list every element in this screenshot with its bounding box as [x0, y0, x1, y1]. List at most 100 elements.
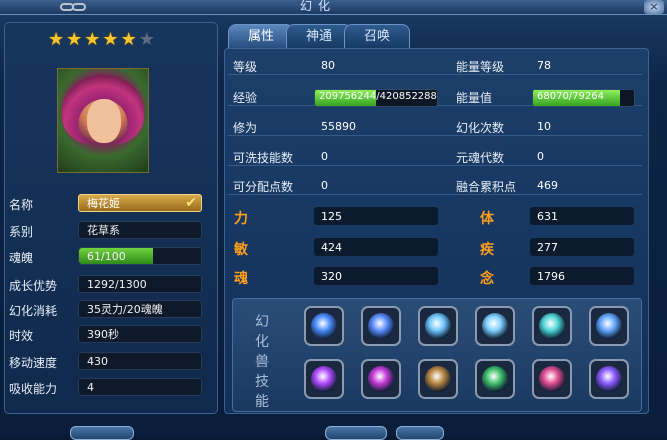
stat-value: 0 [537, 150, 544, 163]
checkmark-icon[interactable]: ✔ [185, 194, 197, 212]
energy-value: 68070/79264 [537, 91, 604, 102]
window: 幻化 × ★★★★★★ 名称 梅花姬 ✔ 系别 花草系 魂魄 61/100 成长优势 1292/… [0, 0, 667, 440]
violet-rune-skill-icon[interactable] [589, 359, 629, 399]
exp-bar: 209756244/420852288 [314, 89, 438, 107]
pet-portrait [57, 68, 149, 173]
stat-value: 10 [537, 120, 551, 133]
field-value: 4 [78, 378, 202, 396]
stat-label: 能量等级 [456, 60, 505, 74]
attribute-value: 320 [321, 270, 342, 283]
close-icon[interactable]: × [644, 0, 664, 14]
stat-label: 元魂代数 [456, 151, 505, 165]
stat-value: 0 [321, 179, 328, 192]
bottom-left-button[interactable] [70, 426, 134, 440]
field-value-text: 61/100 [87, 250, 126, 263]
skill-glyph [311, 313, 337, 339]
skill-glyph [368, 313, 394, 339]
attribute-label: 体 [480, 211, 494, 227]
skill-glyph [596, 366, 622, 392]
skill-glyph [539, 366, 565, 392]
earth-hand-skill-icon[interactable] [418, 359, 458, 399]
skill-glyph [482, 366, 508, 392]
attribute-label: 念 [480, 271, 494, 287]
field-value: 61/100 [78, 247, 202, 265]
star-empty-icon: ★ [138, 29, 157, 50]
attribute-value: 424 [321, 241, 342, 254]
skill-glyph [311, 366, 337, 392]
field-value: 390秒 [78, 325, 202, 343]
skill-glyph [596, 313, 622, 339]
attribute-label: 力 [234, 211, 248, 227]
star-rating: ★★★★★★ [48, 29, 157, 50]
skill-area-label: 幻化兽技能 [255, 314, 269, 410]
field-value: 花草系 [78, 221, 202, 239]
bottom-middle-button[interactable] [325, 426, 387, 440]
pet-name-field[interactable]: 梅花姬 ✔ [78, 194, 202, 212]
field-value: 430 [78, 352, 202, 370]
stat-value: 55890 [321, 120, 356, 133]
attribute-label: 敏 [234, 242, 248, 258]
attribute-value: 125 [321, 210, 342, 223]
star-filled-icon: ★ [48, 29, 67, 50]
field-value: 1292/1300 [78, 275, 202, 293]
green-figure-skill-icon[interactable] [475, 359, 515, 399]
purple-swirl-skill-icon[interactable] [361, 359, 401, 399]
attribute-value: 277 [537, 241, 558, 254]
field-value-text: 35灵力/20魂魄 [87, 303, 163, 316]
blue-orb-skill-icon[interactable] [361, 306, 401, 346]
field-label: 魂魄 [9, 251, 34, 265]
skill-glyph [482, 313, 508, 339]
attribute-label: 魂 [234, 271, 248, 287]
window-title: 幻化 [300, 0, 337, 13]
tab-summon[interactable]: 召唤 [344, 24, 410, 48]
field-label: 名称 [9, 198, 34, 212]
field-value-text: 390秒 [87, 328, 119, 341]
star-filled-icon: ★ [120, 29, 139, 50]
stat-value: 469 [537, 179, 558, 192]
skill-glyph [368, 366, 394, 392]
stat-value: 78 [537, 59, 551, 72]
stat-label: 等级 [233, 60, 258, 74]
field-label: 成长优势 [9, 279, 58, 293]
frost-burst-skill-icon[interactable] [589, 306, 629, 346]
star-filled-icon: ★ [102, 29, 121, 50]
skill-glyph [539, 313, 565, 339]
field-label: 系别 [9, 225, 34, 239]
pink-heart-skill-icon[interactable] [532, 359, 572, 399]
ice-spike-skill-icon[interactable] [418, 306, 458, 346]
attribute-value: 1796 [537, 270, 565, 283]
star-filled-icon: ★ [84, 29, 103, 50]
field-label: 时效 [9, 329, 34, 343]
star-filled-icon: ★ [66, 29, 85, 50]
portrait-face [87, 99, 121, 143]
ice-dragon-skill-icon[interactable] [532, 306, 572, 346]
tab-attributes[interactable]: 属性 [228, 24, 294, 48]
attribute-label: 疾 [480, 242, 494, 258]
field-label: 幻化消耗 [9, 304, 58, 318]
blue-orb-skill-icon[interactable] [304, 306, 344, 346]
field-value-text: 4 [87, 381, 94, 394]
stat-label: 能量值 [456, 91, 493, 105]
title-bar[interactable]: 幻化 × [0, 0, 667, 15]
stat-label: 经验 [233, 91, 258, 105]
stat-label: 修为 [233, 121, 258, 135]
stat-label: 可分配点数 [233, 180, 294, 194]
stat-row [228, 111, 642, 136]
chain-icon [60, 3, 88, 11]
field-value-text: 1292/1300 [87, 278, 147, 291]
stat-label: 可洗技能数 [233, 151, 294, 165]
purple-shield-skill-icon[interactable] [304, 359, 344, 399]
stat-value: 80 [321, 59, 335, 72]
stat-row [228, 50, 642, 75]
field-label: 吸收能力 [9, 382, 58, 396]
field-label: 移动速度 [9, 356, 58, 370]
bottom-right-button[interactable] [396, 426, 444, 440]
stat-value: 0 [321, 150, 328, 163]
tab-abilities[interactable]: 神通 [286, 24, 352, 48]
stat-label: 幻化次数 [456, 121, 505, 135]
field-value-text: 梅花姬 [87, 197, 120, 210]
field-value: 35灵力/20魂魄 [78, 300, 202, 318]
field-value-text: 430 [87, 355, 108, 368]
ice-spike-skill-icon[interactable] [475, 306, 515, 346]
stat-label: 融合累积点 [456, 180, 517, 194]
